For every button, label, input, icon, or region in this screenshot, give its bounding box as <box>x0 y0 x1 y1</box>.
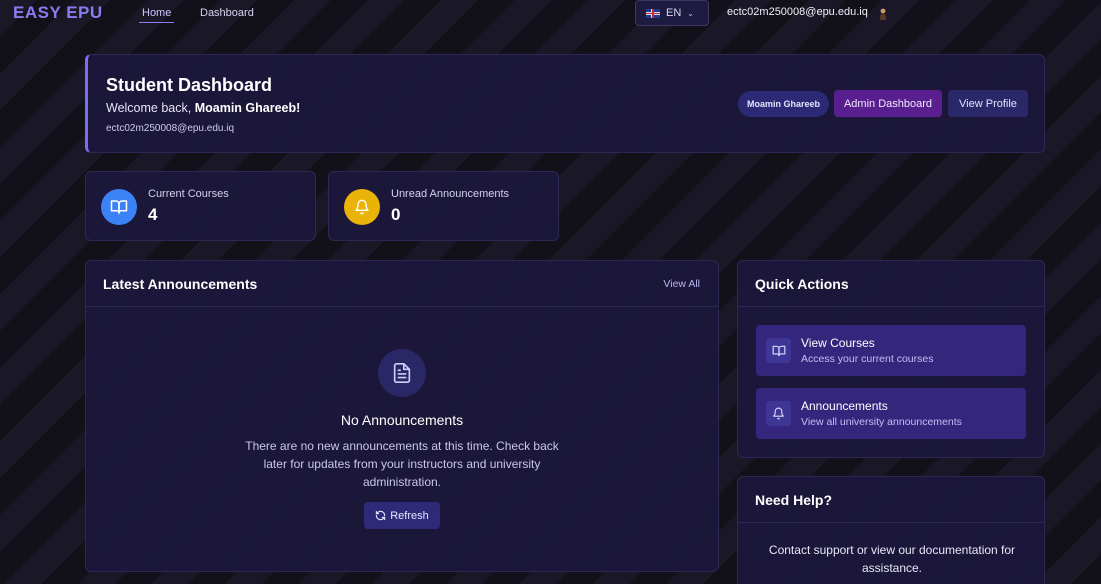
bell-icon <box>766 401 791 426</box>
top-navbar: EASY EPU Home Dashboard EN ⌄ ectc02m2500… <box>0 0 1101 30</box>
nav-link-dashboard[interactable]: Dashboard <box>200 7 254 19</box>
empty-state-text: There are no new announcements at this t… <box>245 439 559 489</box>
refresh-button[interactable]: Refresh <box>364 502 440 529</box>
user-email-menu[interactable]: ectc02m250008@epu.edu.iq <box>727 6 868 18</box>
bell-icon <box>344 189 380 225</box>
language-selector[interactable]: EN ⌄ <box>635 0 709 26</box>
app-logo[interactable]: EASY EPU <box>13 3 103 23</box>
panel-title: Quick Actions <box>755 276 849 292</box>
page-title: Student Dashboard <box>106 75 273 95</box>
latest-announcements-panel: Latest Announcements View All No Announc… <box>85 260 719 572</box>
refresh-label: Refresh <box>390 509 429 522</box>
panel-title: Need Help? <box>755 492 833 508</box>
quick-action-subtitle: Access your current courses <box>801 353 934 365</box>
help-text: Contact support or view our documentatio… <box>768 543 1016 575</box>
user-email: ectc02m250008@epu.edu.iq <box>106 123 235 134</box>
nav-link-home[interactable]: Home <box>138 7 175 23</box>
user-name-badge: Moamin Ghareeb <box>738 91 830 117</box>
panel-title: Latest Announcements <box>103 276 258 292</box>
book-icon <box>766 338 791 363</box>
quick-action-announcements[interactable]: Announcements View all university announ… <box>756 388 1026 439</box>
user-name: Moamin Ghareeb! <box>194 101 301 115</box>
user-avatar-icon[interactable] <box>879 8 887 20</box>
stat-card-unread-announcements: Unread Announcements 0 <box>328 171 559 241</box>
stat-label: Current Courses <box>148 188 229 200</box>
chevron-down-icon: ⌄ <box>687 8 694 18</box>
quick-action-subtitle: View all university announcements <box>801 416 962 428</box>
document-icon <box>378 349 426 397</box>
welcome-message: Welcome back, Moamin Ghareeb! <box>106 101 301 115</box>
language-label: EN <box>666 7 682 19</box>
stat-value: 0 <box>391 205 401 224</box>
quick-action-title: Announcements <box>801 399 888 413</box>
quick-actions-panel: Quick Actions View Courses Access your c… <box>737 260 1045 458</box>
panel-header: Quick Actions <box>738 261 1044 307</box>
stat-value: 4 <box>148 205 158 224</box>
uk-flag-icon <box>646 8 660 18</box>
admin-dashboard-button[interactable]: Admin Dashboard <box>834 90 942 117</box>
view-all-link[interactable]: View All <box>663 278 700 290</box>
book-icon <box>101 189 137 225</box>
view-profile-button[interactable]: View Profile <box>948 90 1028 117</box>
panel-header: Latest Announcements View All <box>86 261 718 307</box>
dashboard-header-card: Student Dashboard Welcome back, Moamin G… <box>85 54 1045 153</box>
quick-action-view-courses[interactable]: View Courses Access your current courses <box>756 325 1026 376</box>
need-help-panel: Need Help? Contact support or view our d… <box>737 476 1045 584</box>
panel-header: Need Help? <box>738 477 1044 523</box>
empty-state-title: No Announcements <box>340 412 464 428</box>
stat-card-current-courses: Current Courses 4 <box>85 171 316 241</box>
refresh-icon <box>376 510 386 521</box>
quick-action-title: View Courses <box>801 336 875 350</box>
stat-label: Unread Announcements <box>391 188 510 200</box>
